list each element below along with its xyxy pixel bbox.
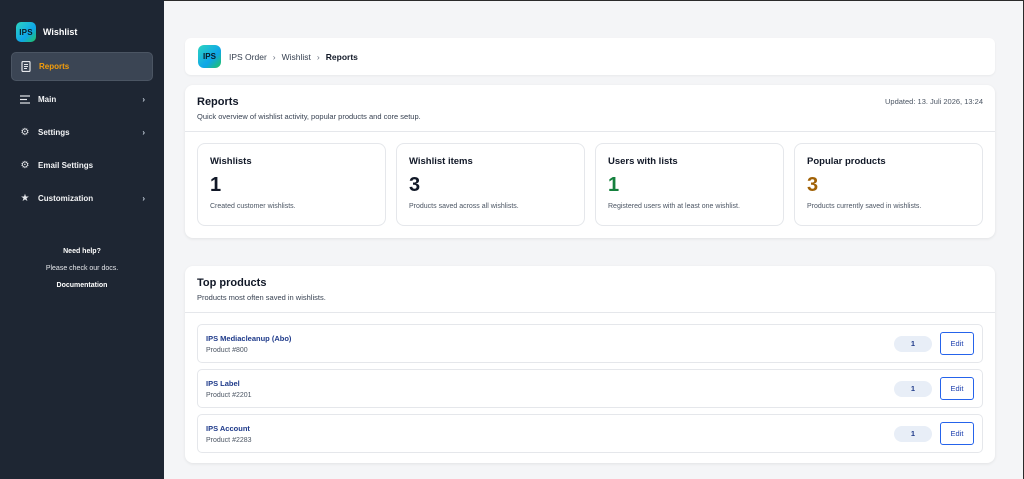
breadcrumb-item-ips-order[interactable]: IPS Order [229,52,267,62]
edit-button[interactable]: Edit [940,377,974,400]
stats-grid: Wishlists 1 Created customer wishlists. … [185,132,995,237]
brand-name: Wishlist [43,27,78,37]
product-id: Product #2283 [206,436,252,444]
updated-timestamp: Updated: 13. Juli 2026, 13:24 [885,97,983,106]
chevron-right-icon: › [142,95,145,104]
product-name-link[interactable]: IPS Mediacleanup (Abo) [206,334,894,343]
chevron-right-icon: › [142,194,145,203]
sidebar-item-label: Email Settings [38,161,94,170]
breadcrumb-separator: › [316,51,320,62]
sidebar-item-settings[interactable]: ⚙ Settings › [11,118,153,147]
sidebar-item-email-settings[interactable]: ⚙ Email Settings [11,151,153,180]
main-content: IPS IPS Order › Wishlist › Reports Repor… [164,0,1024,479]
edit-button[interactable]: Edit [940,332,974,355]
list-item: IPS Account Product #2283 1 Edit [197,414,983,453]
stat-label: Wishlist items [409,156,473,167]
count-badge: 1 [894,335,932,352]
breadcrumb-separator: › [272,51,276,62]
list-item: IPS Mediacleanup (Abo) Product #800 1 Ed… [197,324,983,363]
section-subtitle: Products most often saved in wishlists. [197,293,326,302]
list-item: IPS Label Product #2201 1 Edit [197,369,983,408]
stat-card-popular-products: Popular products 3 Products currently sa… [794,143,983,226]
count-badge: 1 [894,380,932,397]
breadcrumb: IPS IPS Order › Wishlist › Reports [185,38,995,75]
stat-card-users-with-lists: Users with lists 1 Registered users with… [595,143,784,226]
brand[interactable]: IPS Wishlist [0,0,164,46]
stat-card-wishlists: Wishlists 1 Created customer wishlists. [197,143,386,226]
page-title: Reports [197,96,239,108]
sidebar-item-label: Customization [38,194,94,203]
product-name-link[interactable]: IPS Account [206,424,894,433]
count-badge: 1 [894,425,932,442]
stat-value: 3 [807,174,819,196]
top-products-panel: Top products Products most often saved i… [185,266,995,463]
product-info: IPS Label Product #2201 [206,379,894,399]
product-info: IPS Mediacleanup (Abo) Product #800 [206,334,894,354]
stat-description: Created customer wishlists. [210,203,296,210]
product-list: IPS Mediacleanup (Abo) Product #800 1 Ed… [185,313,995,470]
sidebar-item-main[interactable]: Main › [11,85,153,114]
chevron-right-icon: › [142,128,145,137]
section-title: Top products [197,277,267,289]
breadcrumb-logo: IPS [198,45,221,68]
document-icon [20,61,32,73]
sidebar: IPS Wishlist Reports Main › ⚙ Settings ›… [0,0,164,479]
stat-card-wishlist-items: Wishlist items 3 Products saved across a… [396,143,585,226]
sidebar-item-customization[interactable]: ★ Customization › [11,184,153,213]
stat-value: 1 [608,174,620,196]
stat-description: Products currently saved in wishlists. [807,203,922,210]
documentation-link[interactable]: Documentation [0,277,164,294]
reports-panel: Reports Quick overview of wishlist activ… [185,85,995,238]
sidebar-item-label: Reports [39,62,70,71]
top-products-header: Top products Products most often saved i… [185,266,995,313]
product-name-link[interactable]: IPS Label [206,379,894,388]
breadcrumb-item-reports: Reports [325,51,358,62]
stat-description: Registered users with at least one wishl… [608,203,740,210]
product-id: Product #2201 [206,391,252,399]
gear-icon: ⚙ [20,160,30,171]
reports-header: Reports Quick overview of wishlist activ… [185,85,995,132]
list-icon [19,94,31,106]
stat-label: Popular products [807,156,886,167]
product-info: IPS Account Product #2283 [206,424,894,444]
stat-description: Products saved across all wishlists. [409,203,519,210]
gear-icon: ⚙ [20,127,30,138]
stat-value: 1 [210,174,222,196]
product-id: Product #800 [206,346,248,354]
help-title: Need help? [63,248,101,255]
sidebar-item-label: Main [38,95,57,104]
brand-logo: IPS [16,22,36,42]
page-subtitle: Quick overview of wishlist activity, pop… [197,112,421,121]
help-text: Please check our docs. [45,265,119,272]
star-icon: ★ [20,193,30,204]
breadcrumb-item-wishlist[interactable]: Wishlist [282,52,311,62]
stat-label: Users with lists [608,156,678,167]
edit-button[interactable]: Edit [940,422,974,445]
help-box: Need help? Please check our docs. Docume… [0,243,164,294]
sidebar-item-label: Settings [38,128,70,137]
stat-label: Wishlists [210,156,252,167]
stat-value: 3 [409,174,421,196]
sidebar-item-reports[interactable]: Reports [11,52,153,81]
sidebar-nav: Reports Main › ⚙ Settings › ⚙ Email Sett… [0,52,164,213]
